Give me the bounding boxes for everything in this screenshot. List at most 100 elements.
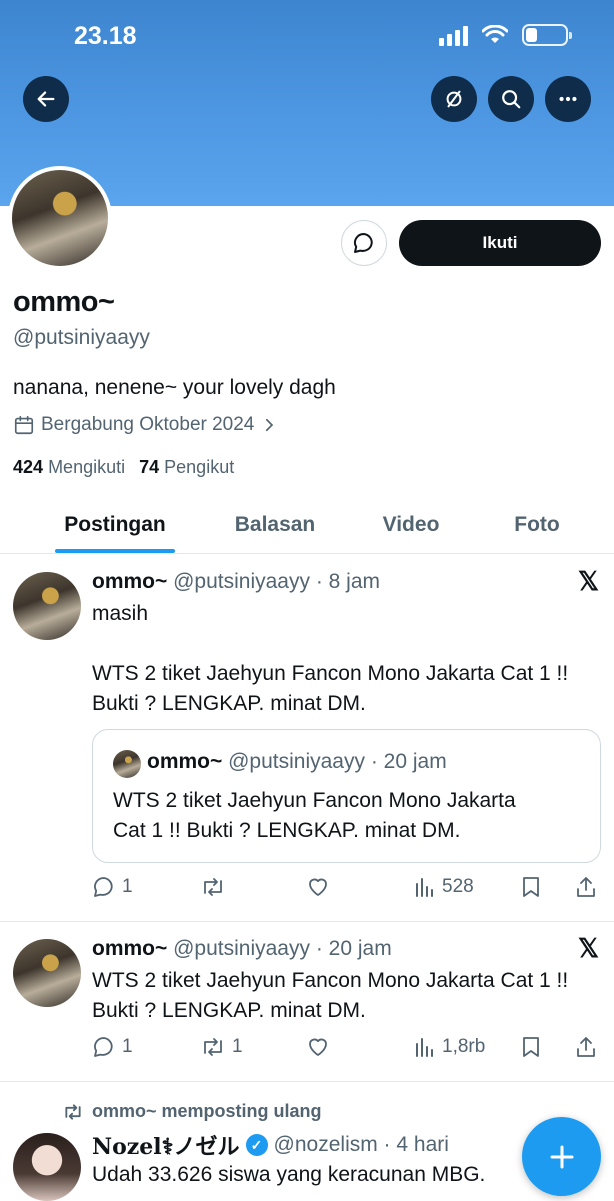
share-icon [577,877,595,897]
post-avatar[interactable] [13,1133,81,1201]
reply-icon [94,877,113,897]
following-label: Mengikuti [48,457,126,477]
tab-label: Video [382,512,440,536]
more-icon [559,96,577,102]
chat-bubble-icon [353,232,373,253]
post-meta: @putsiniyaayy · 8 jam [173,570,381,593]
tab-balasan[interactable]: Balasan [230,496,320,553]
retweet-count: 1 [232,1036,243,1057]
views-button[interactable]: 1,8rb [414,1035,485,1059]
profile-bio: nanana, nenene~ your lovely dagh [13,376,336,399]
like-button[interactable] [306,1035,330,1059]
followers-count: 74 [139,457,160,477]
repost-label: ommo~ memposting ulang [92,1101,322,1121]
bookmark-button[interactable] [520,875,542,899]
quote-text: WTS 2 tiket Jaehyun Fancon Mono Jakarta … [113,789,516,842]
search-icon [502,90,521,109]
retweet-button[interactable]: 1 [200,1035,243,1059]
quoted-post[interactable]: ommo~ @putsiniyaayy · 20 jam WTS 2 tiket… [92,729,601,863]
like-button[interactable] [306,875,330,899]
share-icon [577,1037,595,1057]
plus-icon [550,1145,573,1168]
reply-count: 1 [122,1036,133,1057]
quote-avatar [113,750,141,778]
post-header: Nozel⚕ノゼル ✓ @nozelism · 4 hari [92,1129,449,1161]
profile-name: ommo~ [13,286,115,318]
reply-button[interactable]: 1 [92,875,133,899]
repost-indicator: ommo~ memposting ulang [62,1101,322,1122]
post-text: masih WTS 2 tiket Jaehyun Fancon Mono Ja… [92,602,569,715]
compose-button[interactable] [522,1117,601,1196]
post-actions: 1 528 [92,875,602,905]
mute-button[interactable] [431,76,477,122]
search-button[interactable] [488,76,534,122]
heart-icon [309,1038,327,1056]
share-button[interactable] [574,1035,598,1059]
message-button[interactable] [341,220,387,266]
post[interactable]: ommo~ @putsiniyaayy · 8 jam 𝕏 masih WTS … [0,555,614,922]
wifi-icon [482,25,508,43]
following-count: 424 [13,457,44,477]
bookmark-icon [523,877,539,897]
tab-label: Balasan [234,512,316,536]
follow-stats: 424 Mengikuti 74 Pengikut [13,457,234,478]
battery-icon [522,24,572,46]
arrow-left-icon [37,91,55,107]
post-text: WTS 2 tiket Jaehyun Fancon Mono Jakarta … [92,969,569,1022]
x-logo-icon: 𝕏 [578,933,599,963]
views-count: 1,8rb [442,1036,486,1057]
post[interactable]: ommo~ @putsiniyaayy · 20 jam 𝕏 WTS 2 tik… [0,922,614,1082]
eye-off-icon [446,90,462,108]
signal-icon [439,24,468,46]
views-button[interactable]: 528 [414,875,474,899]
joined-date[interactable]: Bergabung Oktober 2024 [13,414,278,436]
retweet-icon [204,1038,222,1056]
bookmark-button[interactable] [520,1035,542,1059]
following-stat[interactable]: 424 Mengikuti [13,457,125,478]
retweet-icon [65,1103,81,1120]
quote-header: ommo~ @putsiniyaayy · 20 jam [147,750,447,774]
post-author: ommo~ [92,937,168,960]
post-header: ommo~ @putsiniyaayy · 20 jam [92,937,392,961]
heart-icon [309,878,327,896]
verified-badge-icon: ✓ [245,1134,268,1156]
tab-foto[interactable]: Foto [502,496,572,553]
tab-video[interactable]: Video [320,496,502,553]
post-text: Udah 33.626 siswa yang keracunan MBG. [92,1163,486,1186]
status-time: 23.18 [74,22,137,50]
post-author: ommo~ [92,570,168,593]
x-logo-icon: 𝕏 [578,566,599,596]
share-button[interactable] [574,875,598,899]
quote-meta: @putsiniyaayy · 20 jam [228,750,447,773]
post-meta: @putsiniyaayy · 20 jam [173,937,392,960]
profile-avatar[interactable] [8,166,112,270]
more-button[interactable] [545,76,591,122]
tab-label: Foto [514,512,560,536]
post-avatar[interactable] [13,939,81,1007]
profile-tabs: Postingan Balasan Video Foto [0,496,614,554]
post-meta: @nozelism · 4 hari [273,1133,449,1156]
calendar-icon [14,415,34,435]
views-count: 528 [442,876,474,897]
quote-author: ommo~ [147,750,223,773]
reply-count: 1 [122,876,133,897]
tab-label: Postingan [64,512,166,536]
tab-underline [55,549,175,553]
back-button[interactable] [23,76,69,122]
views-icon [416,1038,433,1057]
retweet-button[interactable] [200,875,232,899]
joined-label: Bergabung Oktober 2024 [41,414,255,435]
status-icons [439,24,572,46]
post-actions: 1 1 1,8rb [92,1035,602,1065]
tab-postingan[interactable]: Postingan [0,496,230,553]
reply-button[interactable]: 1 [92,1035,133,1059]
retweet-icon [204,878,222,896]
post-author: Nozel⚕ノゼル [92,1134,240,1160]
followers-stat[interactable]: 74 Pengikut [139,457,234,478]
follow-button[interactable]: Ikuti [399,220,601,266]
post-avatar[interactable] [13,572,81,640]
reply-icon [94,1037,113,1057]
bookmark-icon [523,1037,539,1057]
chevron-right-icon [266,418,274,432]
profile-handle: @putsiniyaayy [13,326,150,349]
